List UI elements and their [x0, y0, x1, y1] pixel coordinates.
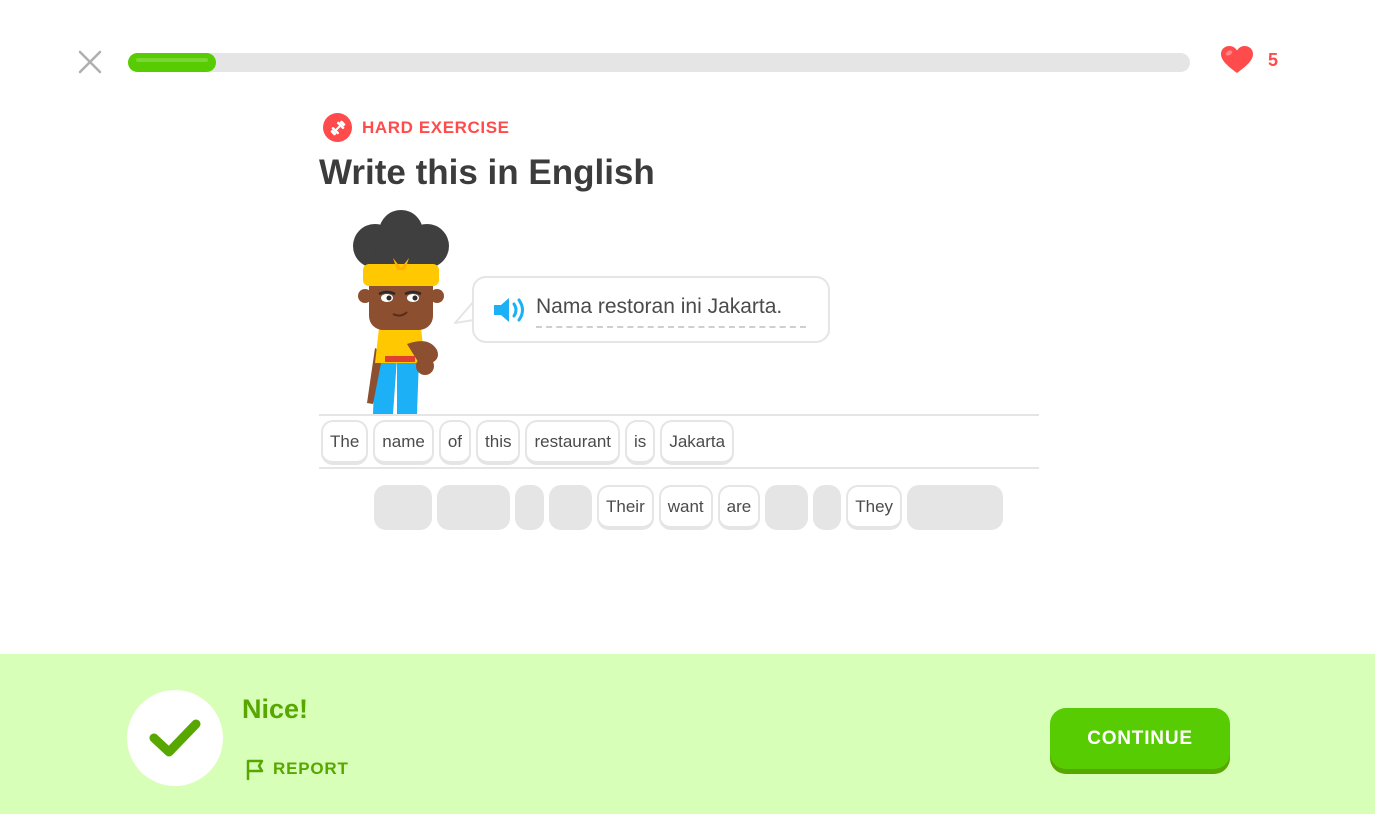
answer-word-chip[interactable]: Jakarta — [660, 420, 735, 465]
answer-word-chip[interactable]: this — [476, 420, 521, 465]
checkmark-icon — [149, 719, 201, 757]
answer-divider-top — [319, 414, 1039, 416]
character-illustration — [353, 210, 449, 414]
word-bank-chip[interactable]: are — [717, 485, 761, 530]
word-bank-empty-slot — [549, 485, 592, 530]
word-bank-empty-slot — [437, 485, 510, 530]
word-bank-empty-slot — [765, 485, 809, 530]
flag-icon — [246, 759, 264, 781]
answer-area: The name of this restaurant is Jakarta — [321, 420, 735, 465]
word-bank-chip[interactable]: Their — [597, 485, 654, 530]
answer-divider-bottom — [319, 467, 1039, 469]
heart-icon — [1221, 46, 1253, 73]
prompt-hint-underline — [536, 326, 806, 328]
word-bank-empty-slot — [813, 485, 842, 530]
answer-word-chip[interactable]: The — [321, 420, 369, 465]
play-audio-button[interactable] — [492, 295, 528, 325]
feedback-message: Nice! — [242, 694, 309, 724]
word-bank-chip[interactable]: They — [846, 485, 903, 530]
answer-word-chip[interactable]: is — [625, 420, 656, 465]
word-bank-empty-slot — [515, 485, 544, 530]
speech-bubble: Nama restoran ini Jakarta. — [472, 276, 830, 343]
feedback-footer: Nice! REPORT CONTINUE — [0, 654, 1375, 814]
answer-word-chip[interactable]: name — [373, 420, 434, 465]
progress-shine — [136, 58, 208, 62]
answer-word-chip[interactable]: restaurant — [525, 420, 621, 465]
report-label: REPORT — [273, 759, 349, 778]
correct-badge — [127, 690, 223, 786]
answer-word-chip[interactable]: of — [438, 420, 472, 465]
hard-exercise-badge: HARD EXERCISE — [323, 113, 510, 142]
prompt-sentence[interactable]: Nama restoran ini Jakarta. — [536, 295, 782, 319]
hard-exercise-label: HARD EXERCISE — [362, 117, 510, 137]
dumbbell-icon — [323, 113, 352, 142]
lesson-progress-bar — [128, 53, 1190, 72]
exercise-title: Write this in English — [319, 153, 655, 192]
speaker-icon — [494, 298, 524, 322]
hearts-count: 5 — [1268, 49, 1279, 70]
report-button[interactable]: REPORT — [243, 757, 349, 781]
close-icon — [78, 50, 102, 74]
continue-button[interactable]: CONTINUE — [1050, 708, 1230, 769]
hearts-counter[interactable]: 5 — [1220, 45, 1278, 75]
word-bank-empty-slot — [907, 485, 1004, 530]
word-bank: Their want are They — [374, 485, 1004, 530]
word-bank-empty-slot — [374, 485, 432, 530]
word-bank-chip[interactable]: want — [658, 485, 713, 530]
progress-fill — [128, 53, 216, 72]
close-button[interactable] — [76, 48, 104, 76]
